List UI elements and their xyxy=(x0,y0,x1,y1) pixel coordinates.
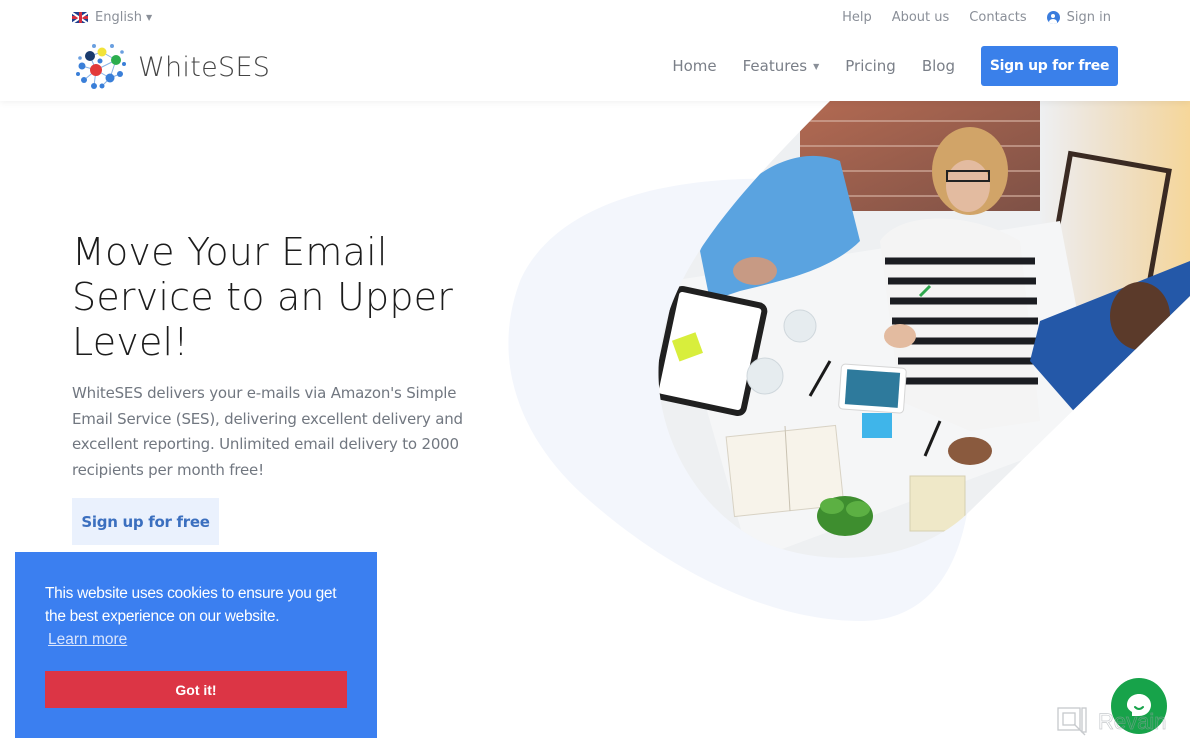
brand-logo[interactable]: WhiteSES xyxy=(72,40,270,94)
brand-name: WhiteSES xyxy=(138,51,271,83)
nav-blog[interactable]: Blog xyxy=(922,57,955,75)
user-circle-icon xyxy=(1046,11,1060,24)
nav-features[interactable]: Features ▼ xyxy=(743,57,820,75)
help-link[interactable]: Help xyxy=(842,10,872,25)
nav-home[interactable]: Home xyxy=(672,57,716,75)
language-selector[interactable]: English ▼ xyxy=(72,10,152,25)
chevron-down-icon: ▼ xyxy=(813,61,820,71)
hero-description: WhiteSES delivers your e-mails via Amazo… xyxy=(72,384,463,479)
chevron-down-icon: ▼ xyxy=(145,13,153,22)
language-label: English xyxy=(95,10,142,25)
sign-in-label: Sign in xyxy=(1066,10,1111,25)
network-logo-icon xyxy=(76,44,126,89)
header-sign-up-button[interactable]: Sign up for free xyxy=(981,46,1118,86)
about-us-link[interactable]: About us xyxy=(892,10,950,25)
hero-illustration xyxy=(508,101,1190,621)
hero-image xyxy=(500,101,1190,641)
hero-sign-up-button[interactable]: Sign up for free xyxy=(72,498,219,545)
contacts-link[interactable]: Contacts xyxy=(969,10,1026,25)
learn-more-link[interactable]: Learn more xyxy=(48,631,127,649)
revain-watermark: Revain xyxy=(1056,706,1167,738)
sign-in-link[interactable]: Sign in xyxy=(1046,10,1111,25)
accept-cookies-button[interactable]: Got it! xyxy=(45,671,347,708)
uk-flag-icon xyxy=(72,12,88,23)
main-nav: Home Features ▼ Pricing Blog Sign up for… xyxy=(672,46,1118,86)
site-header: English ▼ Help About us Contacts Sign in xyxy=(0,0,1190,101)
watermark-text: Revain xyxy=(1098,709,1167,735)
cookie-banner: This website uses cookies to ensure you … xyxy=(15,552,377,738)
cookie-message: This website uses cookies to ensure you … xyxy=(45,585,337,625)
hero-title: Move Your Email Service to an Upper Leve… xyxy=(72,230,454,364)
top-links: Help About us Contacts Sign in xyxy=(822,10,1111,25)
revain-logo-icon xyxy=(1057,707,1087,736)
nav-features-label: Features xyxy=(742,57,808,75)
nav-pricing[interactable]: Pricing xyxy=(845,57,896,75)
